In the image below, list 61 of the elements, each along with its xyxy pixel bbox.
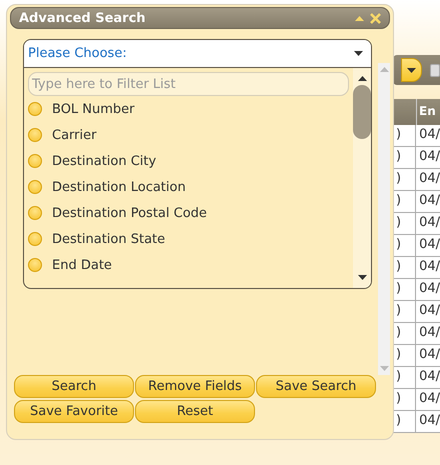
option-dot-icon bbox=[28, 128, 42, 142]
table-cell-text: ) bbox=[395, 148, 402, 166]
table-cell-text: ) bbox=[395, 258, 402, 276]
table-cell-text: ) bbox=[395, 192, 402, 210]
option-dot-icon bbox=[28, 206, 42, 220]
table-cell-text: ) bbox=[395, 214, 402, 232]
option-dot-icon bbox=[28, 102, 42, 116]
table-cell: 04/ bbox=[415, 257, 440, 278]
table-cell-text: ) bbox=[395, 324, 402, 342]
table-cell: 04/ bbox=[415, 323, 440, 344]
option-dot-icon bbox=[28, 258, 42, 272]
table-cell-text: ) bbox=[395, 412, 402, 430]
table-cell-text: ) bbox=[395, 280, 402, 298]
field-select[interactable]: Please Choose: Type here to Filter List BOL Number Carrier Destination City Destination Location Destination Postal Code Destination State End Date bbox=[23, 39, 372, 289]
table-cell: 04/ bbox=[415, 147, 440, 168]
table-cell-text: ) bbox=[395, 302, 402, 320]
filter-input[interactable]: Type here to Filter List bbox=[28, 72, 349, 96]
table-cell: 04/ bbox=[415, 213, 440, 234]
dropdown-button[interactable] bbox=[401, 58, 422, 82]
table-cell: 04/ bbox=[415, 169, 440, 190]
action-button[interactable]: Save Favorite bbox=[14, 400, 134, 423]
table-cell: 04/ bbox=[415, 125, 440, 146]
option-item[interactable]: End Date bbox=[52, 258, 112, 272]
table-cell: 04/ bbox=[415, 389, 440, 410]
table-cell: 04/ bbox=[415, 279, 440, 300]
scrollbar-thumb[interactable] bbox=[353, 85, 371, 139]
table-cell: 04/ bbox=[415, 235, 440, 256]
option-item[interactable]: Destination City bbox=[52, 154, 156, 168]
table-cell-text: ) bbox=[395, 236, 402, 254]
scroll-up-icon[interactable] bbox=[358, 76, 366, 81]
table-cell: 04/ bbox=[415, 191, 440, 212]
option-dot-icon bbox=[28, 180, 42, 194]
option-item[interactable]: BOL Number bbox=[52, 102, 135, 116]
action-button[interactable]: Search bbox=[14, 375, 134, 398]
close-icon[interactable] bbox=[370, 12, 381, 24]
table-cell-text: ) bbox=[395, 170, 402, 188]
collapse-icon[interactable] bbox=[355, 16, 364, 20]
action-button[interactable]: Reset bbox=[135, 400, 255, 423]
scroll-down-icon[interactable] bbox=[358, 275, 366, 280]
option-item[interactable]: Destination Postal Code bbox=[52, 206, 207, 220]
select-value: Please Choose: bbox=[28, 46, 128, 61]
table-cell: 04/ bbox=[415, 301, 440, 322]
caret-icon[interactable] bbox=[406, 68, 416, 72]
option-item[interactable]: Destination Location bbox=[52, 180, 186, 194]
caret-icon[interactable] bbox=[354, 51, 363, 56]
table-cell: 04/ bbox=[415, 345, 440, 366]
option-item[interactable]: Carrier bbox=[52, 128, 96, 142]
table-cell: 04/ bbox=[415, 411, 440, 432]
dialog-title: Advanced Search bbox=[19, 10, 147, 26]
list-scrollbar[interactable] bbox=[353, 68, 371, 288]
option-dot-icon bbox=[28, 232, 42, 246]
table-cell-text: ) bbox=[395, 390, 402, 408]
action-button[interactable]: Remove Fields bbox=[135, 375, 255, 398]
table-cell-text: ) bbox=[395, 346, 402, 364]
option-dot-icon bbox=[28, 154, 42, 168]
table-cell: 04/ bbox=[415, 367, 440, 388]
table-cell-text: ) bbox=[395, 126, 402, 144]
action-button[interactable]: Save Search bbox=[256, 375, 376, 398]
checkbox[interactable] bbox=[430, 64, 440, 76]
option-item[interactable]: Destination State bbox=[52, 232, 166, 246]
table-cell-text: ) bbox=[395, 368, 402, 386]
